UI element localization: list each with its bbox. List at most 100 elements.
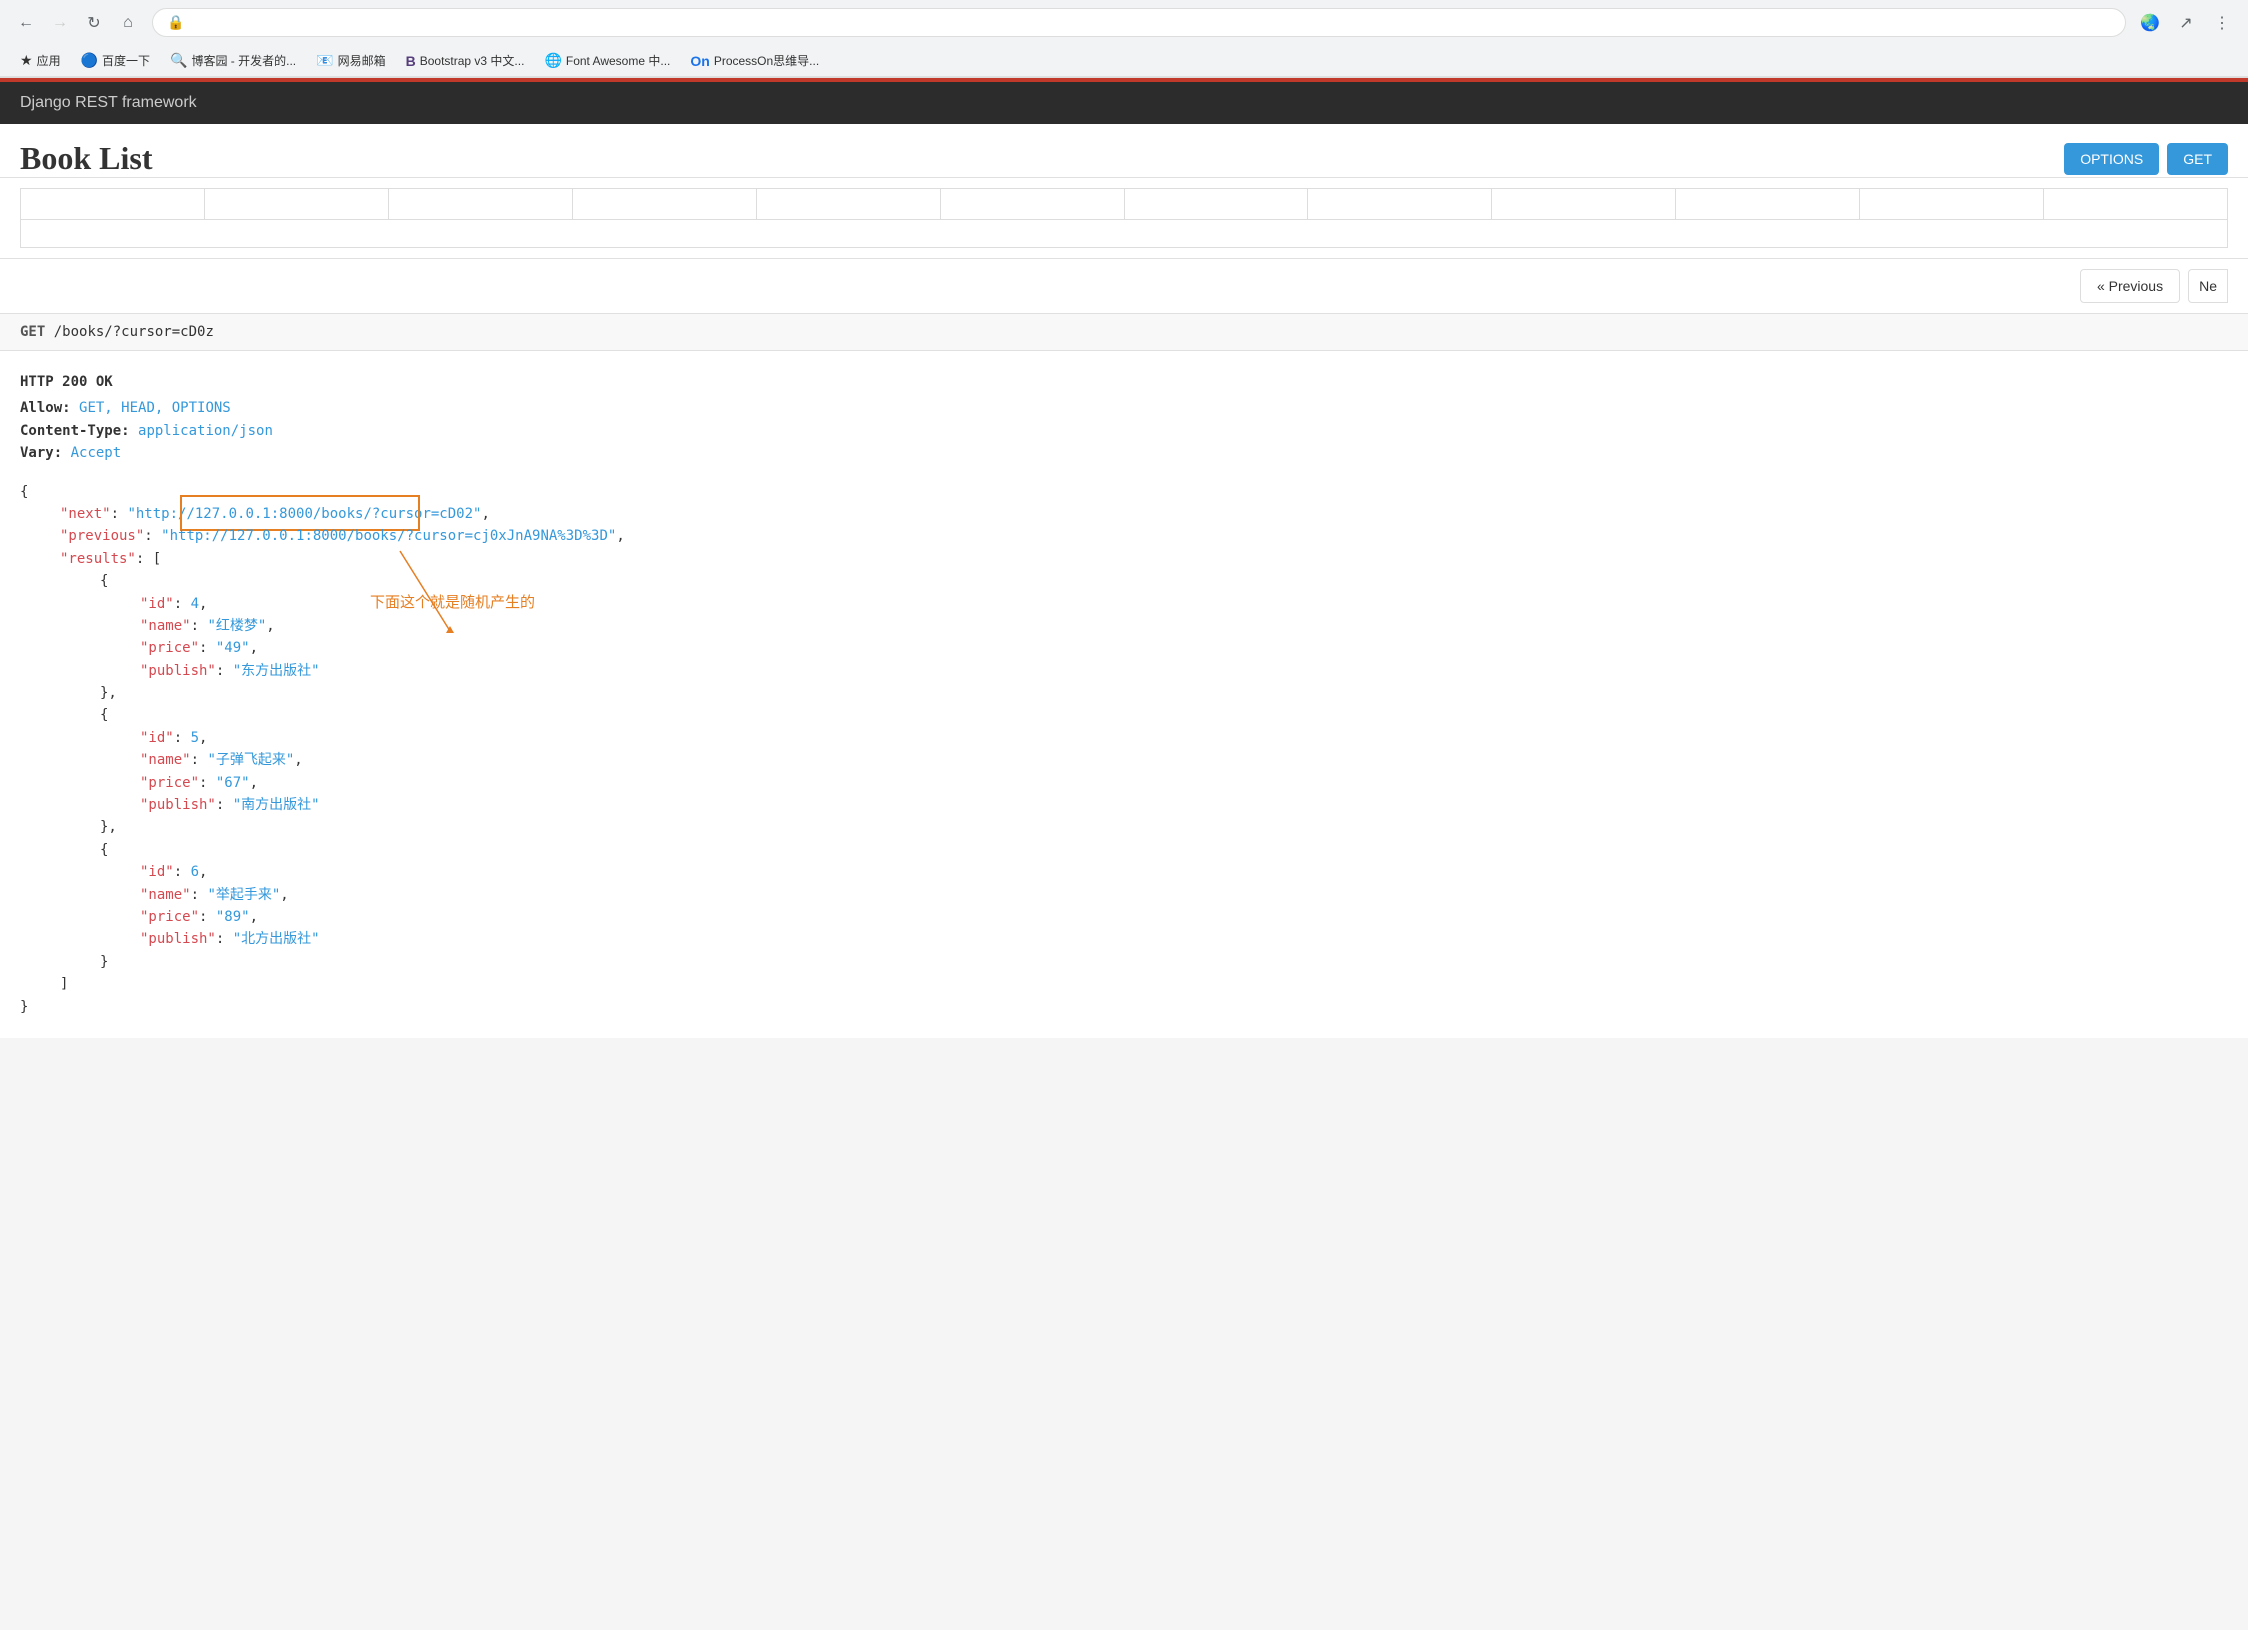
json-previous-value: "http://127.0.0.1:8000/books/?cursor=cj0…: [161, 528, 616, 544]
request-method: GET: [20, 324, 45, 340]
json-previous-key: "previous": [60, 528, 144, 544]
drf-app-title: Django REST framework: [20, 94, 197, 112]
bookmark-label: Font Awesome 中...: [566, 52, 671, 69]
json-publish-val-4: "东方出版社": [233, 663, 320, 679]
json-price-key-4: "price": [140, 640, 199, 656]
bookmark-processon[interactable]: On ProcessOn思维导...: [682, 49, 827, 72]
next-button[interactable]: Ne: [2188, 269, 2228, 303]
json-name-val-6: "举起手来": [207, 887, 280, 903]
browser-actions: 🌏 ↗ ⋮: [2136, 9, 2236, 37]
cnblogs-icon: 🔍: [170, 52, 187, 69]
drf-pagination: « Previous Ne: [0, 259, 2248, 313]
share-button[interactable]: ↗: [2172, 9, 2200, 37]
json-open-brace: {: [20, 481, 2228, 503]
json-next-key: "next": [60, 506, 111, 522]
json-results-key: "results": [60, 551, 136, 567]
url-input[interactable]: 127.0.0.1:8000/books/?cursor=cD0z: [192, 15, 2111, 31]
response-vary: Vary: Accept: [20, 442, 2228, 464]
table-cell: [1492, 189, 1676, 219]
bookmark-label: 博客园 - 开发者的...: [191, 52, 296, 69]
bookmark-label: ProcessOn思维导...: [714, 52, 819, 69]
translate-button[interactable]: 🌏: [2136, 9, 2164, 37]
drf-page-header: Book List OPTIONS GET: [0, 124, 2248, 178]
bookmark-baidu[interactable]: 🔵 百度一下: [73, 49, 158, 72]
bootstrap-icon: B: [406, 53, 416, 69]
json-id-val-5: 5: [191, 730, 199, 746]
json-id-key-6: "id": [140, 864, 174, 880]
table-cell: [757, 189, 941, 219]
drf-request-line: GET /books/?cursor=cD0z: [0, 313, 2248, 351]
json-next-value: "http://127.0.0.1:8000/books/?cursor=cD0…: [127, 506, 481, 522]
json-price-val-4: "49": [216, 640, 250, 656]
refresh-button[interactable]: ↻: [80, 9, 108, 37]
bookmark-label: Bootstrap v3 中文...: [420, 52, 525, 69]
table-cell: [1308, 189, 1492, 219]
get-button[interactable]: GET: [2167, 143, 2228, 175]
table-cell: [1125, 189, 1309, 219]
processon-icon: On: [690, 53, 709, 69]
options-button[interactable]: OPTIONS: [2064, 143, 2159, 175]
bookmark-label: 应用: [37, 52, 61, 69]
json-publish-key-4: "publish": [140, 663, 216, 679]
response-status: HTTP 200 OK: [20, 371, 2228, 393]
response-content-type: Content-Type: application/json: [20, 420, 2228, 442]
browser-nav-buttons: ← → ↻ ⌂: [12, 9, 142, 37]
bookmark-apps[interactable]: ★ 应用: [12, 49, 69, 72]
drf-header: Django REST framework: [0, 82, 2248, 124]
json-publish-key-5: "publish": [140, 797, 216, 813]
table-cell: [21, 189, 205, 219]
json-publish-key-6: "publish": [140, 931, 216, 947]
json-id-key-5: "id": [140, 730, 174, 746]
json-publish-val-6: "北方出版社": [233, 931, 320, 947]
vary-key: Vary:: [20, 445, 62, 461]
response-body: { "next": "http://127.0.0.1:8000/books/?…: [20, 481, 2228, 1018]
json-price-key-6: "price": [140, 909, 199, 925]
table-cell: [389, 189, 573, 219]
request-path: /books/?cursor=cD0z: [54, 324, 214, 340]
allow-value: GET, HEAD, OPTIONS: [79, 400, 231, 416]
drf-table-area: [0, 178, 2248, 259]
json-name-key-5: "name": [140, 752, 191, 768]
bookmark-email[interactable]: 📧 网易邮箱: [308, 49, 393, 72]
json-name-val-5: "子弹飞起来": [207, 752, 294, 768]
page-actions: OPTIONS GET: [2064, 143, 2228, 175]
table-cell: [205, 189, 389, 219]
baidu-icon: 🔵: [81, 52, 98, 69]
json-name-key-6: "name": [140, 887, 191, 903]
address-bar[interactable]: 🔒 127.0.0.1:8000/books/?cursor=cD0z: [152, 8, 2126, 37]
page-title: Book List: [20, 140, 152, 177]
bookmark-label: 网易邮箱: [338, 52, 386, 69]
content-type-value: application/json: [138, 423, 273, 439]
browser-chrome: ← → ↻ ⌂ 🔒 127.0.0.1:8000/books/?cursor=c…: [0, 0, 2248, 78]
json-name-val-4: "红楼梦": [207, 618, 266, 634]
bookmarks-bar: ★ 应用 🔵 百度一下 🔍 博客园 - 开发者的... 📧 网易邮箱 B Boo…: [0, 45, 2248, 77]
browser-toolbar: ← → ↻ ⌂ 🔒 127.0.0.1:8000/books/?cursor=c…: [0, 0, 2248, 45]
table-cell: [573, 189, 757, 219]
back-button[interactable]: ←: [12, 9, 40, 37]
email-icon: 📧: [316, 52, 333, 69]
table-cell: [941, 189, 1125, 219]
menu-button[interactable]: ⋮: [2208, 9, 2236, 37]
vary-value: Accept: [71, 445, 122, 461]
json-price-val-5: "67": [216, 775, 250, 791]
json-price-val-6: "89": [216, 909, 250, 925]
json-publish-val-5: "南方出版社": [233, 797, 320, 813]
fontawesome-icon: 🌐: [544, 52, 561, 69]
bookmark-label: 百度一下: [102, 52, 150, 69]
bookmark-cnblogs[interactable]: 🔍 博客园 - 开发者的...: [162, 49, 304, 72]
table-cell: [2044, 189, 2227, 219]
bookmark-bootstrap[interactable]: B Bootstrap v3 中文...: [398, 49, 533, 72]
drf-response: HTTP 200 OK Allow: GET, HEAD, OPTIONS Co…: [0, 351, 2248, 1038]
response-allow: Allow: GET, HEAD, OPTIONS: [20, 397, 2228, 419]
bookmark-fontawesome[interactable]: 🌐 Font Awesome 中...: [536, 49, 678, 72]
json-id-key-4: "id": [140, 596, 174, 612]
allow-key: Allow:: [20, 400, 71, 416]
json-id-val-4: 4: [191, 596, 199, 612]
forward-button[interactable]: →: [46, 9, 74, 37]
home-button[interactable]: ⌂: [114, 9, 142, 37]
json-price-key-5: "price": [140, 775, 199, 791]
json-id-val-6: 6: [191, 864, 199, 880]
table-row: [21, 189, 2227, 220]
lock-icon: 🔒: [167, 14, 184, 31]
previous-button[interactable]: « Previous: [2080, 269, 2180, 303]
